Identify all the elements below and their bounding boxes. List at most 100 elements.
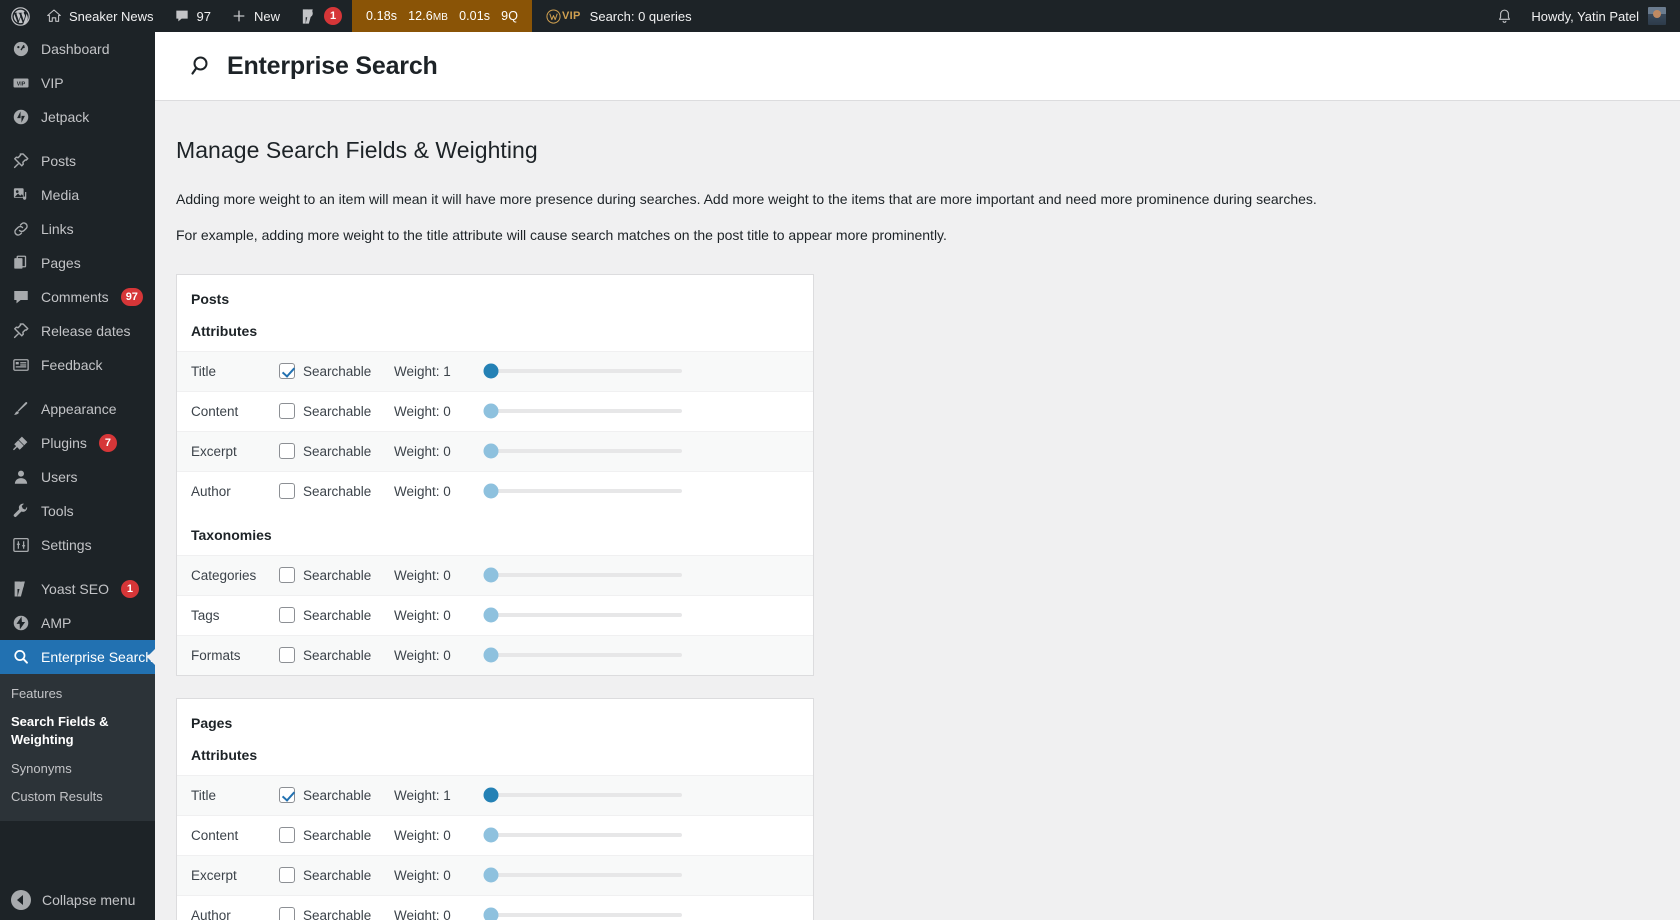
submenu-item-custom-results[interactable]: Custom Results bbox=[0, 783, 155, 811]
sidebar-item-users[interactable]: Users bbox=[0, 460, 155, 494]
searchable-checkbox[interactable] bbox=[279, 827, 295, 843]
admin-bar-howdy[interactable]: Howdy, Yatin Patel bbox=[1523, 7, 1680, 25]
slider-thumb[interactable] bbox=[484, 608, 499, 623]
sidebar-item-label: Comments bbox=[41, 290, 109, 304]
searchable-checkbox[interactable] bbox=[279, 403, 295, 419]
searchable-toggle[interactable]: Searchable bbox=[279, 647, 394, 663]
weight-slider[interactable] bbox=[486, 647, 682, 663]
weight-value: Weight: 0 bbox=[394, 648, 486, 663]
home-icon bbox=[46, 8, 62, 24]
admin-bar-debug-bar[interactable]: 0.18s 12.6MB 0.01s 9Q bbox=[352, 0, 532, 32]
searchable-toggle[interactable]: Searchable bbox=[279, 483, 394, 499]
admin-bar-yoast[interactable]: 1 bbox=[290, 0, 352, 32]
page-title: Enterprise Search bbox=[227, 52, 438, 81]
weight-slider[interactable] bbox=[486, 363, 682, 379]
searchable-toggle[interactable]: Searchable bbox=[279, 403, 394, 419]
comment-bubble-icon bbox=[174, 8, 190, 24]
searchable-checkbox[interactable] bbox=[279, 867, 295, 883]
searchable-label: Searchable bbox=[303, 568, 371, 583]
searchable-toggle[interactable]: Searchable bbox=[279, 363, 394, 379]
searchable-toggle[interactable]: Searchable bbox=[279, 607, 394, 623]
field-row: ExcerptSearchableWeight: 0 bbox=[177, 855, 813, 895]
slider-thumb[interactable] bbox=[484, 404, 499, 419]
slider-thumb[interactable] bbox=[484, 908, 499, 920]
slider-thumb[interactable] bbox=[484, 484, 499, 499]
submenu-item-features[interactable]: Features bbox=[0, 680, 155, 708]
admin-bar-wp-logo[interactable] bbox=[0, 0, 36, 32]
weight-prefix: Weight: bbox=[394, 868, 443, 883]
sidebar-item-label: Yoast SEO bbox=[41, 582, 109, 596]
slider-thumb[interactable] bbox=[484, 568, 499, 583]
submenu-item-synonyms[interactable]: Synonyms bbox=[0, 755, 155, 783]
sidebar-item-jetpack[interactable]: Jetpack bbox=[0, 100, 155, 134]
sidebar-item-tools[interactable]: Tools bbox=[0, 494, 155, 528]
amp-icon bbox=[11, 613, 31, 633]
sidebar-item-vip[interactable]: VIPVIP bbox=[0, 66, 155, 100]
sidebar-item-enterprise-search[interactable]: Enterprise Search bbox=[0, 640, 155, 674]
weight-slider[interactable] bbox=[486, 567, 682, 583]
sidebar-item-release-dates[interactable]: Release dates bbox=[0, 314, 155, 348]
sidebar-item-amp[interactable]: AMP bbox=[0, 606, 155, 640]
admin-bar-howdy-label: Howdy, Yatin Patel bbox=[1531, 9, 1639, 24]
paintbrush-icon bbox=[11, 399, 31, 419]
comment-bubble-icon bbox=[11, 287, 31, 307]
slider-thumb[interactable] bbox=[484, 648, 499, 663]
searchable-toggle[interactable]: Searchable bbox=[279, 787, 394, 803]
searchable-checkbox[interactable] bbox=[279, 363, 295, 379]
searchable-checkbox[interactable] bbox=[279, 567, 295, 583]
sidebar-item-links[interactable]: Links bbox=[0, 212, 155, 246]
weight-number: 0 bbox=[443, 444, 451, 459]
slider-thumb[interactable] bbox=[484, 364, 499, 379]
searchable-toggle[interactable]: Searchable bbox=[279, 443, 394, 459]
searchable-checkbox[interactable] bbox=[279, 483, 295, 499]
sidebar-item-appearance[interactable]: Appearance bbox=[0, 392, 155, 426]
field-label: Author bbox=[177, 484, 279, 499]
searchable-checkbox[interactable] bbox=[279, 907, 295, 920]
searchable-label: Searchable bbox=[303, 404, 371, 419]
searchable-label: Searchable bbox=[303, 788, 371, 803]
admin-bar-comments[interactable]: 97 bbox=[164, 0, 221, 32]
admin-bar-notifications[interactable] bbox=[1486, 8, 1523, 25]
weight-slider[interactable] bbox=[486, 867, 682, 883]
searchable-checkbox[interactable] bbox=[279, 787, 295, 803]
searchable-toggle[interactable]: Searchable bbox=[279, 567, 394, 583]
admin-bar-vip-search[interactable]: VIP Search: 0 queries bbox=[532, 0, 706, 32]
sidebar-item-media[interactable]: Media bbox=[0, 178, 155, 212]
searchable-toggle[interactable]: Searchable bbox=[279, 867, 394, 883]
searchable-checkbox[interactable] bbox=[279, 607, 295, 623]
searchable-checkbox[interactable] bbox=[279, 443, 295, 459]
slider-thumb[interactable] bbox=[484, 444, 499, 459]
debug-queries: 9Q bbox=[501, 9, 518, 23]
sidebar-item-dashboard[interactable]: Dashboard bbox=[0, 32, 155, 66]
weight-slider[interactable] bbox=[486, 827, 682, 843]
submenu-item-search-fields-weighting[interactable]: Search Fields & Weighting bbox=[0, 708, 155, 754]
sidebar-item-yoast-seo[interactable]: Yoast SEO1 bbox=[0, 572, 155, 606]
weight-number: 0 bbox=[443, 868, 451, 883]
weight-slider[interactable] bbox=[486, 483, 682, 499]
weight-slider[interactable] bbox=[486, 443, 682, 459]
weight-slider[interactable] bbox=[486, 403, 682, 419]
sidebar-item-feedback[interactable]: Feedback bbox=[0, 348, 155, 382]
weight-slider[interactable] bbox=[486, 787, 682, 803]
sidebar-item-settings[interactable]: Settings bbox=[0, 528, 155, 562]
searchable-checkbox[interactable] bbox=[279, 647, 295, 663]
sidebar-item-comments[interactable]: Comments97 bbox=[0, 280, 155, 314]
field-label: Content bbox=[177, 828, 279, 843]
searchable-toggle[interactable]: Searchable bbox=[279, 907, 394, 920]
sidebar-item-plugins[interactable]: Plugins7 bbox=[0, 426, 155, 460]
searchable-toggle[interactable]: Searchable bbox=[279, 827, 394, 843]
weight-slider[interactable] bbox=[486, 907, 682, 920]
weight-prefix: Weight: bbox=[394, 648, 443, 663]
sidebar-item-posts[interactable]: Posts bbox=[0, 144, 155, 178]
slider-thumb[interactable] bbox=[484, 868, 499, 883]
admin-bar-site-name[interactable]: Sneaker News bbox=[36, 0, 164, 32]
sidebar-item-label: Feedback bbox=[41, 358, 102, 372]
weight-slider[interactable] bbox=[486, 607, 682, 623]
collapse-menu-button[interactable]: Collapse menu bbox=[0, 880, 155, 920]
slider-track bbox=[486, 573, 682, 577]
sidebar-item-pages[interactable]: Pages bbox=[0, 246, 155, 280]
slider-thumb[interactable] bbox=[484, 828, 499, 843]
admin-sidebar: DashboardVIPVIPJetpack PostsMediaLinksPag… bbox=[0, 32, 155, 920]
slider-thumb[interactable] bbox=[484, 788, 499, 803]
admin-bar-new[interactable]: New bbox=[221, 0, 290, 32]
